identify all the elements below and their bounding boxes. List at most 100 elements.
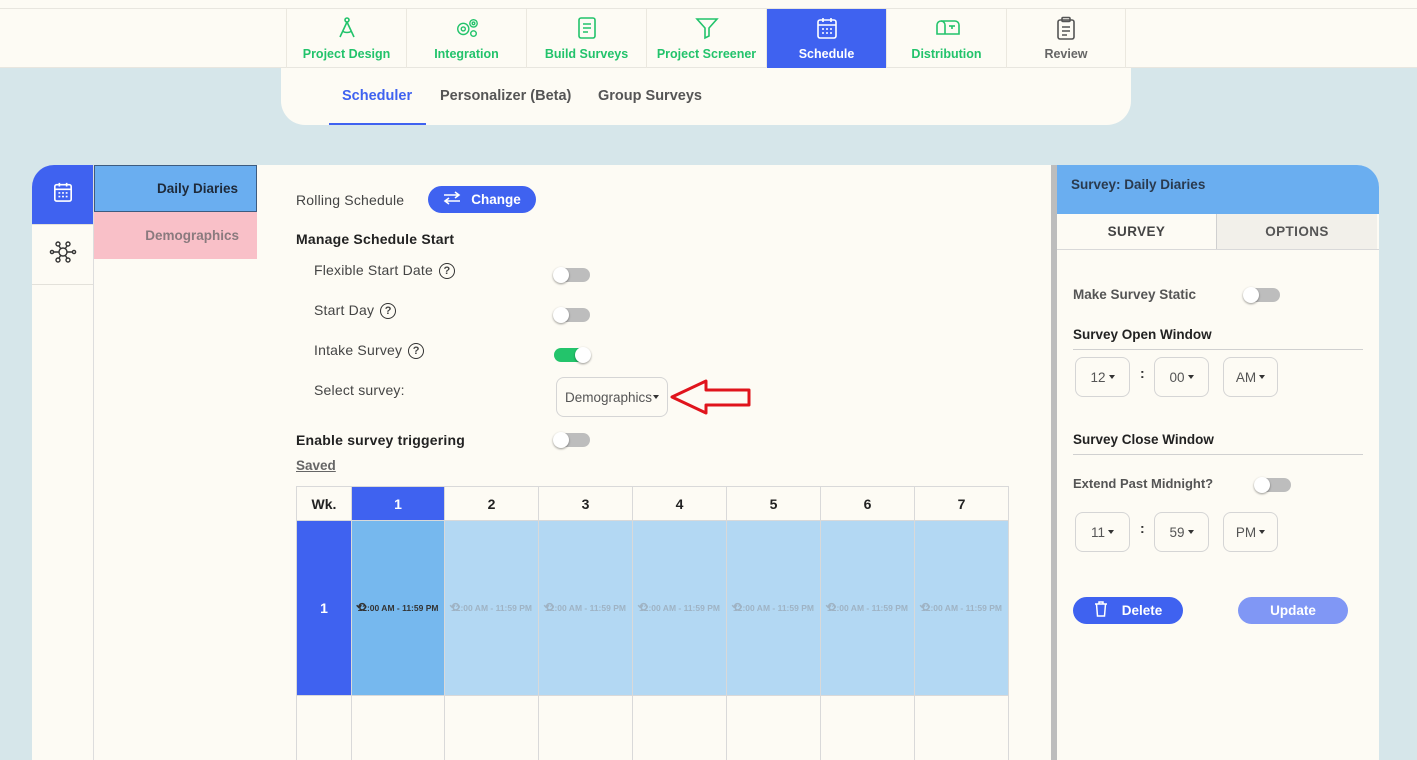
panel-title: Survey: Daily Diaries	[1057, 165, 1379, 214]
close-ampm-select[interactable]: PM	[1223, 512, 1278, 552]
compass-icon	[334, 15, 360, 41]
update-button[interactable]: Update	[1238, 597, 1348, 624]
day-header[interactable]: 4	[632, 486, 727, 521]
tab-integration[interactable]: Integration	[406, 9, 526, 68]
annotation-arrow	[670, 379, 751, 415]
tab-project-design[interactable]: Project Design	[286, 9, 406, 68]
schedule-slot[interactable]: ⟲ 12:00 AM - 11:59 PM	[351, 520, 445, 696]
grid-cell-empty	[296, 695, 352, 760]
tab-build-surveys[interactable]: Build Surveys	[526, 9, 646, 68]
survey-item-demographics[interactable]: Demographics	[94, 212, 257, 259]
tab-review[interactable]: Review	[1006, 9, 1126, 68]
toggle-knob	[575, 347, 591, 363]
flexible-start-toggle[interactable]	[553, 267, 590, 283]
schedule-grid: Wk. 1 2 3 4 5 6 7 1 ⟲ 12:00 AM - 11:59 PM…	[296, 486, 1010, 760]
grid-cell-empty[interactable]	[632, 695, 727, 760]
document-icon	[574, 15, 600, 41]
open-ampm-select[interactable]: AM	[1223, 357, 1278, 397]
tab-label: Schedule	[798, 47, 855, 61]
survey-item-daily-diaries[interactable]: Daily Diaries	[94, 165, 257, 212]
day-header[interactable]: 3	[538, 486, 633, 521]
tab-distribution[interactable]: Distribution	[886, 9, 1006, 68]
network-view-button[interactable]	[32, 225, 93, 285]
slot-time: 12:00 AM - 11:59 PM	[827, 602, 908, 613]
schedule-slot[interactable]: ⟲ 12:00 AM - 11:59 PM	[632, 520, 727, 696]
day-header[interactable]: 6	[820, 486, 915, 521]
tab-scheduler[interactable]: Scheduler	[342, 88, 412, 104]
repeat-icon: ⟲	[356, 599, 367, 614]
clipboard-icon	[1053, 15, 1079, 41]
start-day-label: Start Day?	[314, 302, 397, 320]
tab-personalizer[interactable]: Personalizer (Beta)	[440, 88, 571, 104]
open-minute-select[interactable]: 00	[1154, 357, 1209, 397]
grid-cell-empty[interactable]	[538, 695, 633, 760]
tab-schedule[interactable]: Schedule	[766, 9, 886, 68]
chevron-down-icon	[1187, 375, 1194, 379]
repeat-icon: ⟲	[637, 599, 648, 614]
open-minute-value: 00	[1169, 369, 1185, 385]
schedule-slot[interactable]: ⟲ 12:00 AM - 11:59 PM	[726, 520, 821, 696]
slot-time: 12:00 AM - 11:59 PM	[639, 602, 720, 613]
open-hour-select[interactable]: 12	[1075, 357, 1130, 397]
extend-midnight-toggle[interactable]	[1254, 477, 1291, 493]
repeat-icon: ⟲	[543, 599, 554, 614]
help-icon[interactable]: ?	[408, 343, 425, 360]
day-header[interactable]: 5	[726, 486, 821, 521]
day-header[interactable]: 1	[351, 486, 445, 521]
grid-cell-empty[interactable]	[444, 695, 539, 760]
day-header[interactable]: 2	[444, 486, 539, 521]
time-colon: :	[1140, 520, 1145, 536]
schedule-slot[interactable]: ⟲ 12:00 AM - 11:59 PM	[538, 520, 633, 696]
repeat-icon: ⟲	[449, 599, 460, 614]
start-day-toggle[interactable]	[553, 307, 590, 323]
tab-survey[interactable]: SURVEY	[1057, 214, 1217, 249]
open-window-heading: Survey Open Window	[1073, 327, 1212, 342]
help-icon[interactable]: ?	[380, 303, 397, 320]
trash-icon	[1094, 601, 1108, 620]
saved-link[interactable]: Saved	[296, 458, 336, 473]
tab-label: Distribution	[911, 47, 982, 61]
grid-cell-empty[interactable]	[351, 695, 445, 760]
sub-tabs: Scheduler Personalizer (Beta) Group Surv…	[281, 68, 1131, 125]
chevron-down-icon	[1108, 375, 1115, 379]
survey-triggering-label: Enable survey triggering	[296, 432, 465, 448]
survey-select[interactable]: Demographics	[556, 377, 668, 417]
grid-cell-empty[interactable]	[726, 695, 821, 760]
change-button[interactable]: Change	[428, 186, 536, 213]
chevron-down-icon	[1259, 530, 1266, 534]
help-icon[interactable]: ?	[438, 263, 455, 280]
gears-icon	[454, 15, 480, 41]
schedule-slot[interactable]: ⟲ 12:00 AM - 11:59 PM	[914, 520, 1009, 696]
schedule-slot[interactable]: ⟲ 12:00 AM - 11:59 PM	[820, 520, 915, 696]
slot-time: 12:00 AM - 11:59 PM	[451, 602, 532, 613]
close-ampm-value: PM	[1235, 524, 1257, 540]
start-day-text: Start Day	[314, 302, 375, 318]
week-row-header: 1	[296, 520, 352, 696]
week-column-header: Wk.	[296, 486, 352, 521]
survey-triggering-toggle[interactable]	[553, 432, 590, 448]
intake-survey-label: Intake Survey?	[314, 342, 425, 360]
top-nav: Project Design Integration Build Surveys…	[0, 8, 1417, 68]
tab-group-surveys[interactable]: Group Surveys	[598, 88, 702, 104]
calendar-view-button[interactable]	[32, 165, 93, 225]
day-header[interactable]: 7	[914, 486, 1009, 521]
calendar-icon	[814, 15, 840, 41]
close-minute-select[interactable]: 59	[1154, 512, 1209, 552]
intake-survey-toggle[interactable]	[554, 347, 591, 363]
tab-options[interactable]: OPTIONS	[1217, 214, 1377, 249]
flexible-start-label: Flexible Start Date?	[314, 262, 455, 280]
schedule-slot[interactable]: ⟲ 12:00 AM - 11:59 PM	[444, 520, 539, 696]
close-hour-select[interactable]: 11	[1075, 512, 1130, 552]
filter-icon	[694, 15, 720, 41]
delete-button[interactable]: Delete	[1073, 597, 1183, 624]
tab-project-screener[interactable]: Project Screener	[646, 9, 766, 68]
update-label: Update	[1270, 603, 1316, 618]
slot-time: 12:00 AM - 11:59 PM	[921, 602, 1002, 613]
calendar-icon	[53, 181, 73, 208]
toggle-knob	[1243, 287, 1259, 303]
close-hour-value: 11	[1090, 524, 1105, 540]
tab-label: Review	[1044, 47, 1088, 61]
grid-cell-empty[interactable]	[820, 695, 915, 760]
make-static-toggle[interactable]	[1243, 287, 1280, 303]
grid-cell-empty[interactable]	[914, 695, 1009, 760]
